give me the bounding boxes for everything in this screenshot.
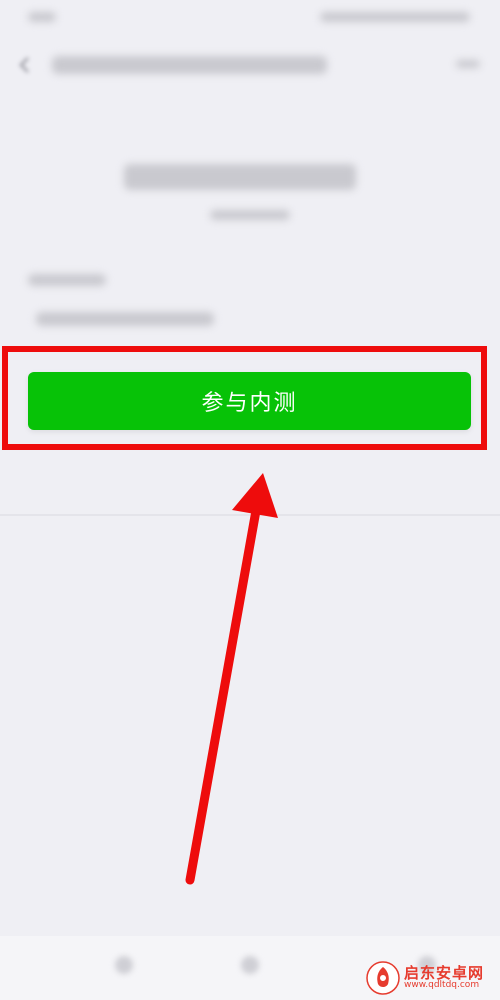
bottom-home-icon[interactable]: [241, 956, 259, 974]
content-description-blurred: [36, 312, 214, 326]
back-arrow-icon[interactable]: [16, 56, 34, 74]
watermark-text: 启东安卓网 www.qdltdq.com: [404, 965, 484, 991]
nav-bar: [0, 36, 500, 98]
watermark: 启东安卓网 www.qdltdq.com: [366, 958, 498, 998]
status-indicators-blurred: [320, 12, 470, 22]
content-heading-blurred: [124, 164, 356, 190]
status-bar: [0, 0, 500, 36]
join-beta-button[interactable]: 参与内测: [28, 372, 471, 430]
content-label-blurred: [28, 274, 106, 286]
watermark-logo-icon: [366, 961, 400, 995]
content-area: [0, 98, 500, 518]
nav-title-blurred: [52, 56, 327, 74]
watermark-title: 启东安卓网: [404, 963, 485, 982]
watermark-url: www.qdltdq.com: [404, 980, 480, 991]
screen: 参与内测 启东安卓网 www.qdltdq.com: [0, 0, 500, 1000]
content-divider: [0, 514, 500, 516]
nav-more-blurred[interactable]: [456, 60, 480, 68]
bottom-back-icon[interactable]: [115, 956, 133, 974]
status-time-blurred: [28, 12, 56, 22]
content-subheading-blurred: [210, 210, 290, 220]
